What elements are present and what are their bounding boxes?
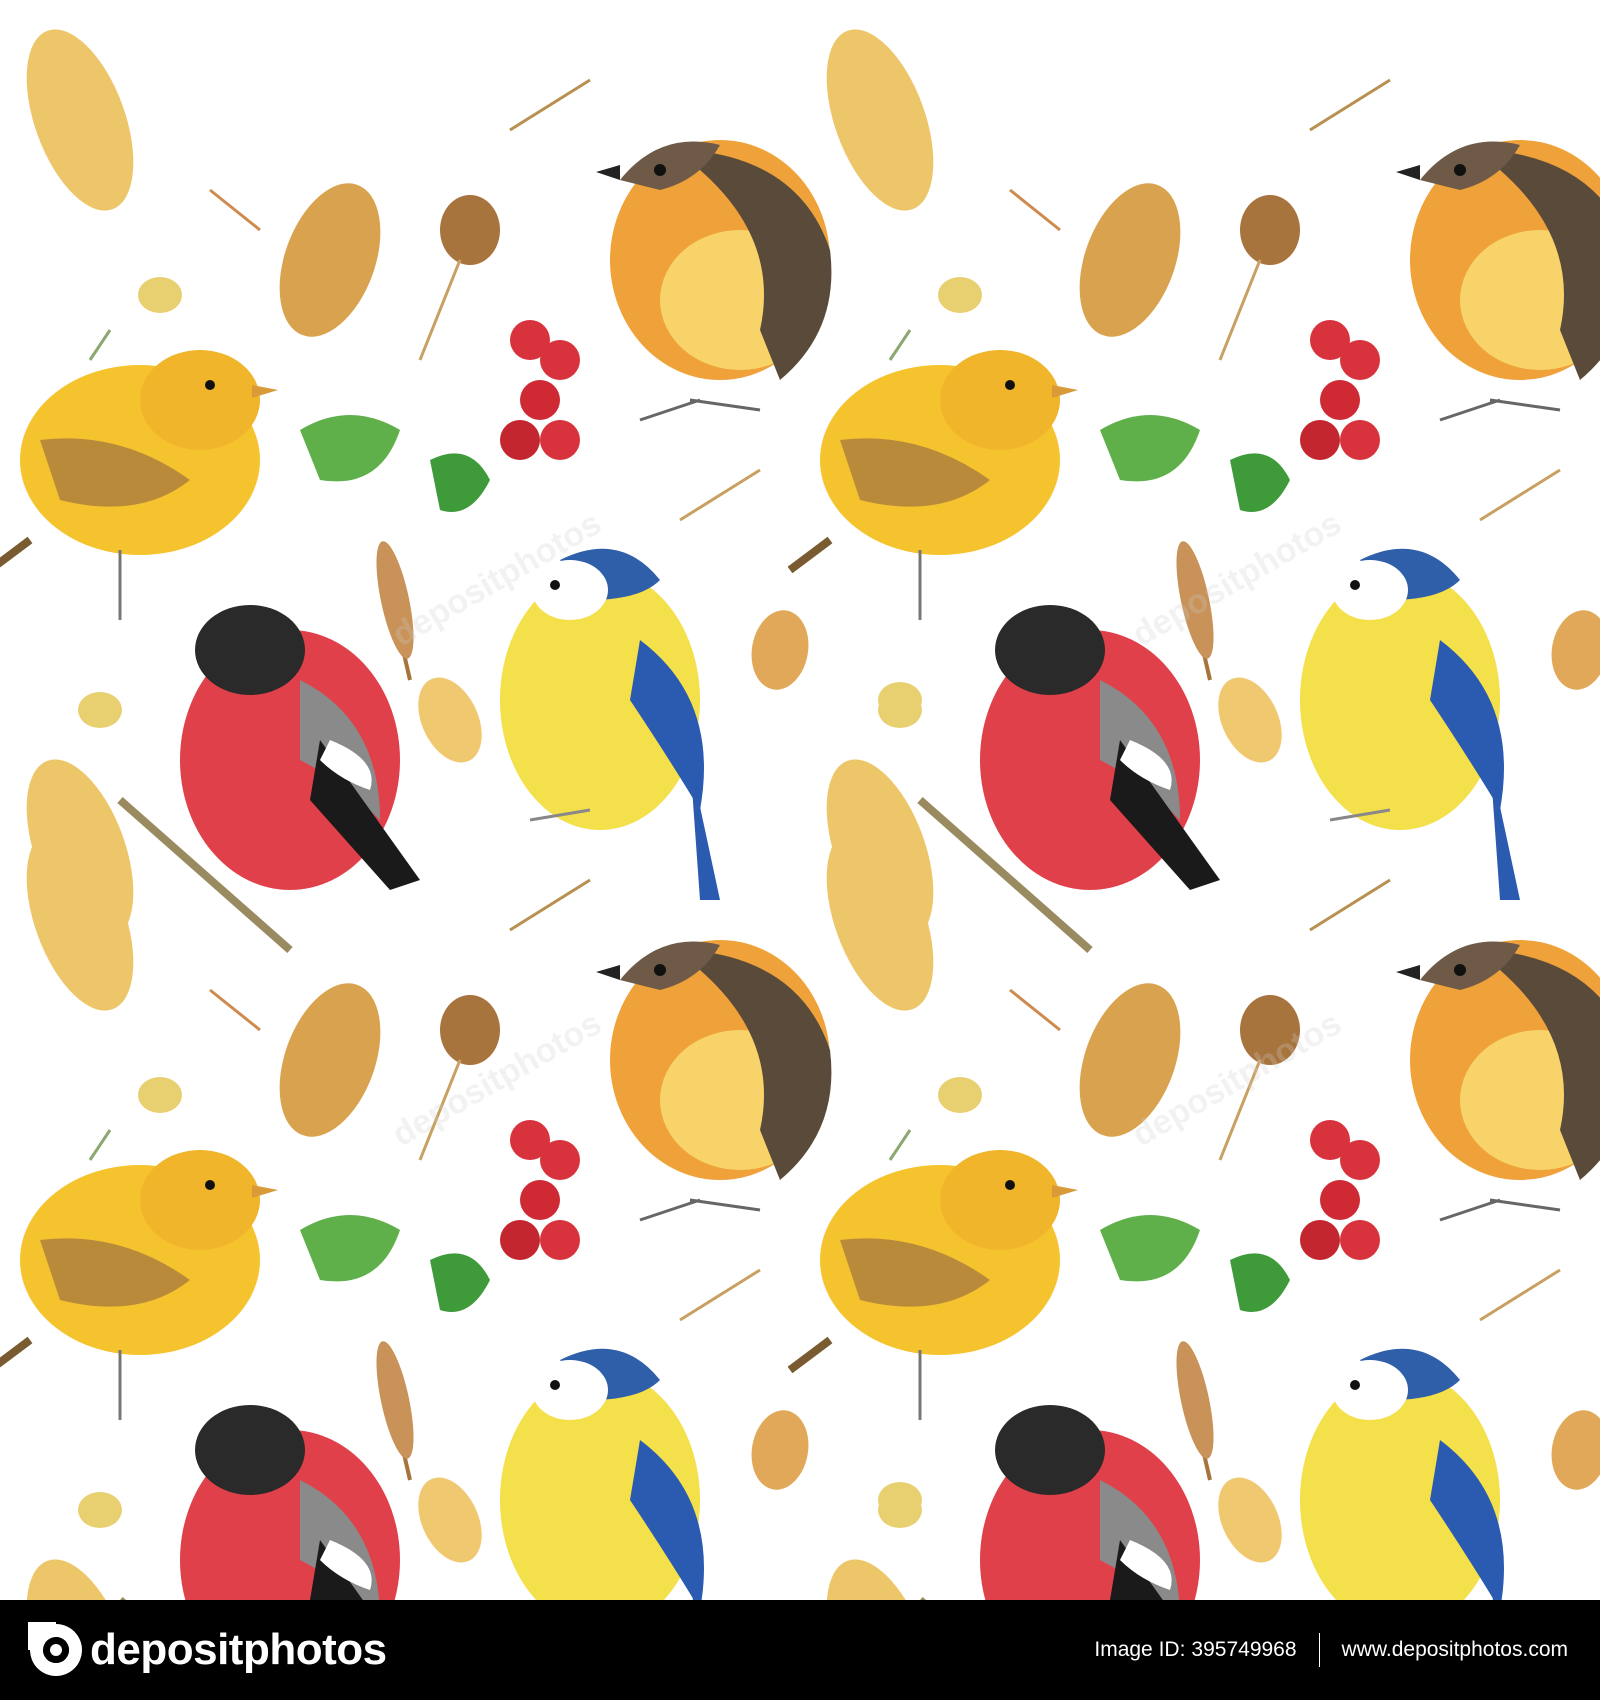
pattern-svg xyxy=(0,0,1600,1600)
depositphotos-logo-icon xyxy=(28,1622,82,1676)
website-link[interactable]: www.depositphotos.com xyxy=(1342,1638,1568,1662)
footer-bar: depositphotos Image ID: 395749968 www.de… xyxy=(0,1600,1600,1700)
image-meta: Image ID: 395749968 www.depositphotos.co… xyxy=(1094,1600,1568,1700)
depositphotos-logo[interactable]: depositphotos xyxy=(28,1622,387,1678)
divider xyxy=(1318,1633,1320,1667)
logo-text: depositphotos xyxy=(90,1625,387,1674)
image-id: 395749968 xyxy=(1191,1638,1297,1661)
pattern-artwork: depositphotos depositphotos depositphoto… xyxy=(0,0,1600,1600)
image-id-label: Image ID: xyxy=(1094,1638,1186,1661)
